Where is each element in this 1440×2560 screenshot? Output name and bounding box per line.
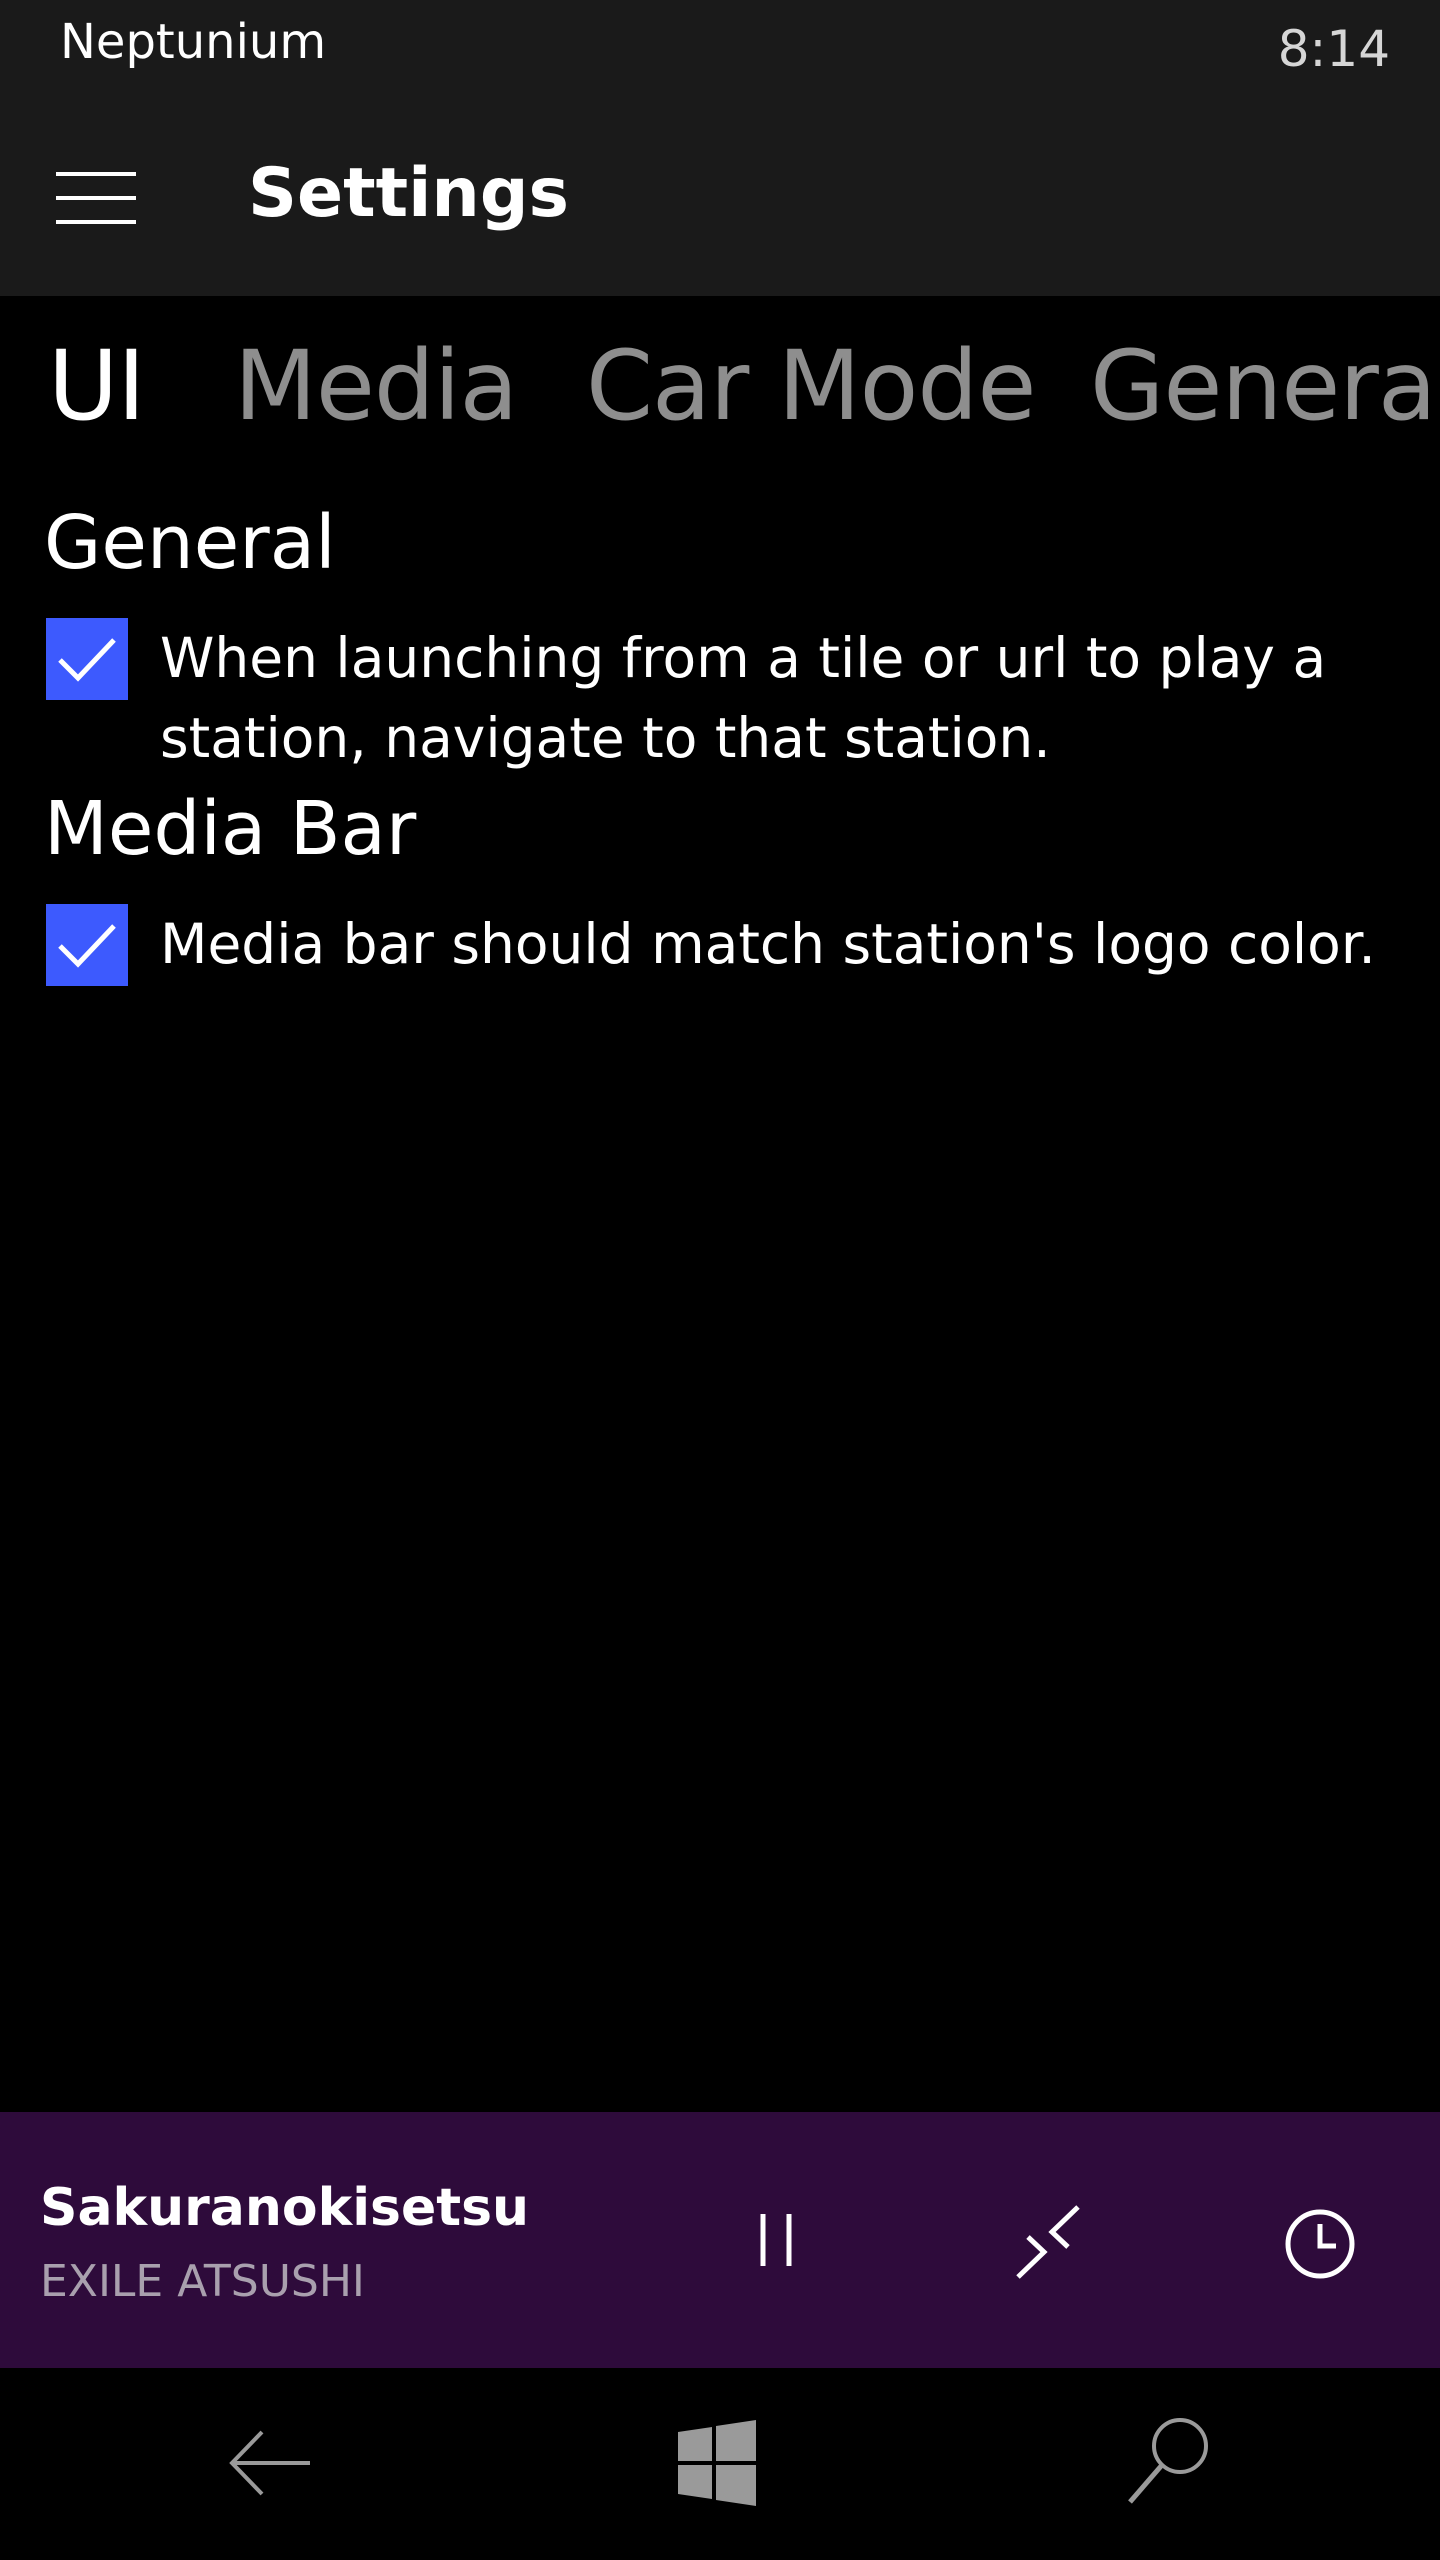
- media-bar[interactable]: Sakuranokisetsu EXILE ATSUSHI: [0, 2112, 1440, 2368]
- checkmark-icon: [58, 638, 116, 682]
- hamburger-line: [56, 172, 136, 176]
- track-title: Sakuranokisetsu: [40, 2178, 530, 2238]
- tab-general[interactable]: General: [1090, 330, 1440, 442]
- section-heading-general: General: [44, 500, 336, 586]
- navigation-bar: [0, 2368, 1440, 2560]
- hamburger-line: [56, 220, 136, 224]
- track-artist: EXILE ATSUSHI: [40, 2256, 365, 2307]
- collapse-icon[interactable]: [998, 2192, 1098, 2292]
- status-time: 8:14: [1277, 20, 1390, 78]
- setting-label: Media bar should match station's logo co…: [160, 912, 1376, 976]
- hamburger-icon[interactable]: [40, 148, 150, 248]
- setting-label: When launching from a tile or url to pla…: [160, 626, 1327, 770]
- tab-media[interactable]: Media: [234, 330, 518, 442]
- search-icon[interactable]: [1110, 2408, 1230, 2518]
- status-app-name: Neptunium: [60, 14, 327, 70]
- page-title: Settings: [248, 154, 569, 233]
- windows-logo-icon[interactable]: [656, 2408, 776, 2518]
- back-arrow-icon[interactable]: [210, 2408, 330, 2518]
- checkmark-icon: [58, 924, 116, 968]
- navigate-on-launch-checkbox[interactable]: [46, 618, 128, 700]
- match-logo-color-checkbox[interactable]: [46, 904, 128, 986]
- tab-ui[interactable]: UI: [48, 330, 146, 442]
- hamburger-line: [56, 196, 136, 200]
- section-heading-media-bar: Media Bar: [44, 786, 417, 872]
- tab-strip: UI Media Car Mode General: [0, 330, 1440, 460]
- title-bar: Settings: [0, 96, 1440, 296]
- pause-icon[interactable]: [726, 2192, 826, 2292]
- history-icon[interactable]: [1270, 2192, 1370, 2292]
- status-bar: Neptunium 8:14: [0, 0, 1440, 96]
- tab-car-mode[interactable]: Car Mode: [586, 330, 1036, 442]
